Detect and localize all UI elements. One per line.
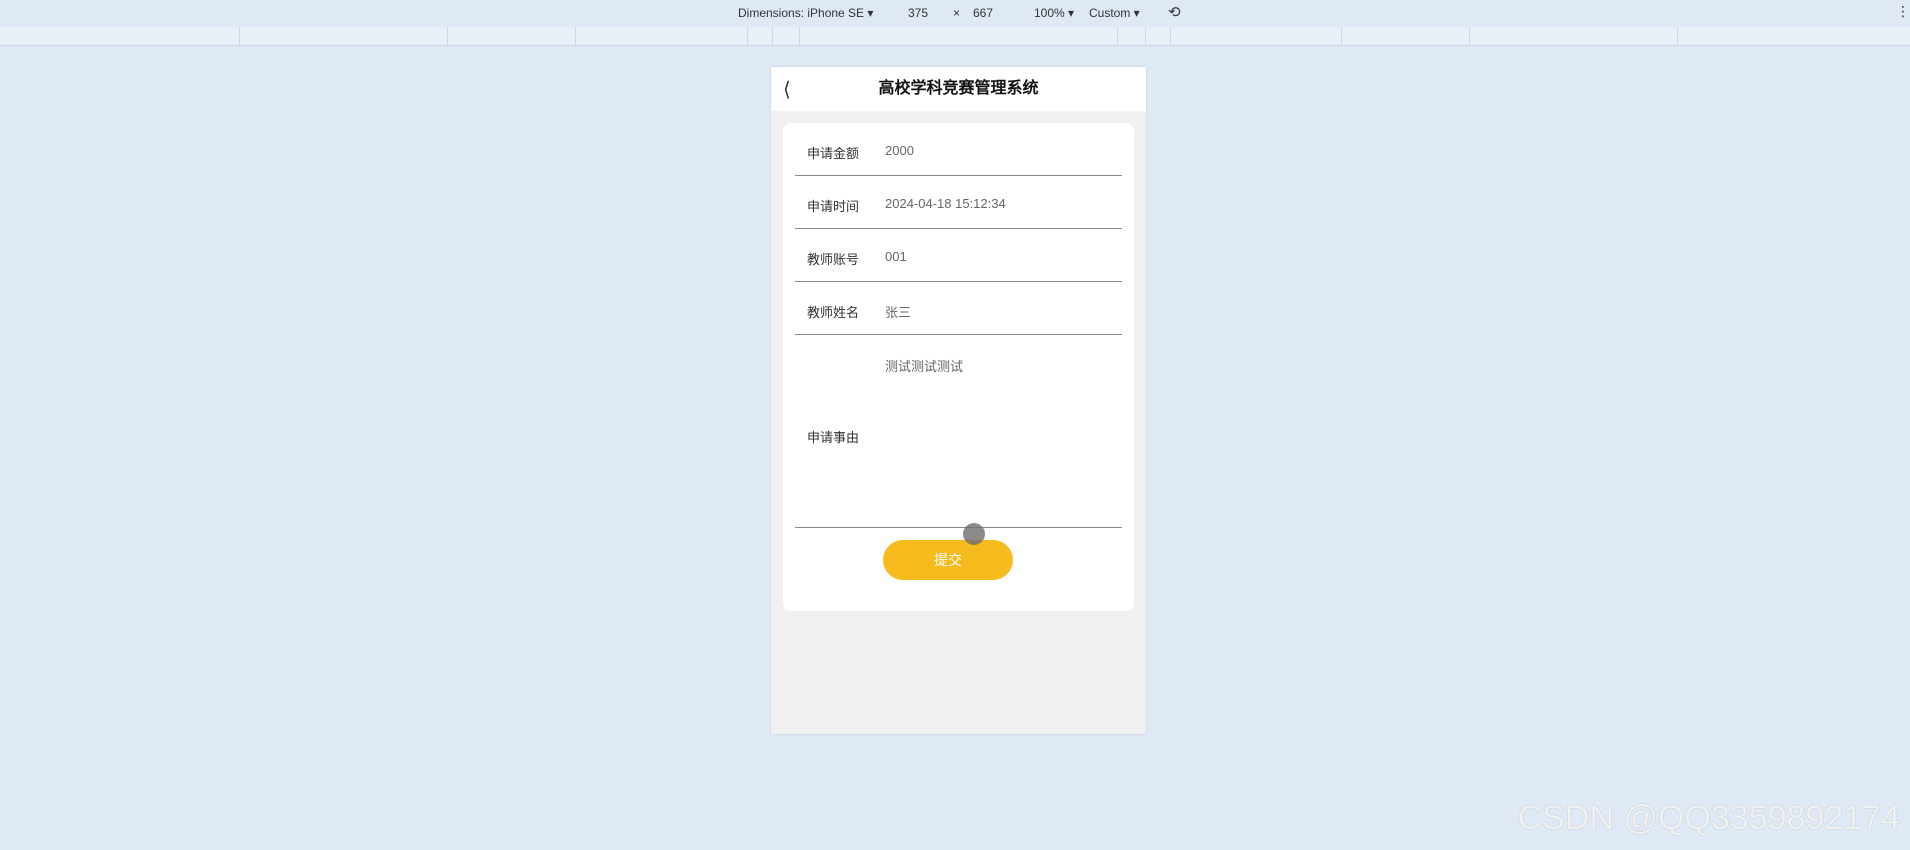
media-query-ruler[interactable] xyxy=(0,27,1910,46)
field-value[interactable]: 2000 xyxy=(885,143,914,158)
submit-button[interactable]: 提交 xyxy=(883,540,1013,580)
width-input[interactable]: 375 xyxy=(908,6,928,20)
field-label: 申请事由 xyxy=(807,430,860,445)
device-select[interactable]: Dimensions: iPhone SE ▾ xyxy=(738,6,873,20)
chevron-left-icon[interactable]: ⟨ xyxy=(783,77,791,102)
times-label: × xyxy=(953,6,961,20)
field-teacher-name[interactable]: 教师姓名 张三 xyxy=(795,282,1122,335)
field-label: 教师姓名 xyxy=(807,305,860,320)
field-reason[interactable]: 申请事由 测试测试测试 xyxy=(795,335,1122,528)
rotate-icon[interactable]: ⟲ xyxy=(1168,3,1181,21)
field-value[interactable]: 001 xyxy=(885,249,907,264)
devtools-toolbar: Dimensions: iPhone SE ▾ 375 × 667 100% ▾… xyxy=(0,0,1910,27)
field-value[interactable]: 张三 xyxy=(885,302,911,321)
application-form: 申请金额 2000 申请时间 2024-04-18 15:12:34 教师账号 001… xyxy=(783,123,1134,611)
height-input[interactable]: 667 xyxy=(973,6,993,20)
field-teacher-account[interactable]: 教师账号 001 xyxy=(795,229,1122,282)
zoom-select[interactable]: 100% ▾ xyxy=(1034,6,1074,20)
field-value[interactable]: 2024-04-18 15:12:34 xyxy=(885,196,1006,211)
reason-textarea[interactable]: 测试测试测试 xyxy=(885,356,963,375)
more-vertical-icon[interactable]: ⋮ xyxy=(1896,3,1910,20)
page-title: 高校学科竞赛管理系统 xyxy=(878,80,1039,97)
field-amount[interactable]: 申请金额 2000 xyxy=(795,123,1122,176)
app-header: ⟨ 高校学科竞赛管理系统 xyxy=(771,67,1146,111)
throttle-select[interactable]: Custom ▾ xyxy=(1089,6,1140,20)
device-viewport: ⟨ 高校学科竞赛管理系统 申请金额 2000 申请时间 2024-04-18 15:… xyxy=(771,67,1146,734)
touch-cursor xyxy=(963,523,985,545)
watermark: CSDN @QQ3359892174 xyxy=(1517,799,1900,837)
field-label: 教师账号 xyxy=(807,252,860,267)
field-time[interactable]: 申请时间 2024-04-18 15:12:34 xyxy=(795,176,1122,229)
field-label: 申请时间 xyxy=(807,199,860,214)
field-label: 申请金额 xyxy=(807,146,860,161)
